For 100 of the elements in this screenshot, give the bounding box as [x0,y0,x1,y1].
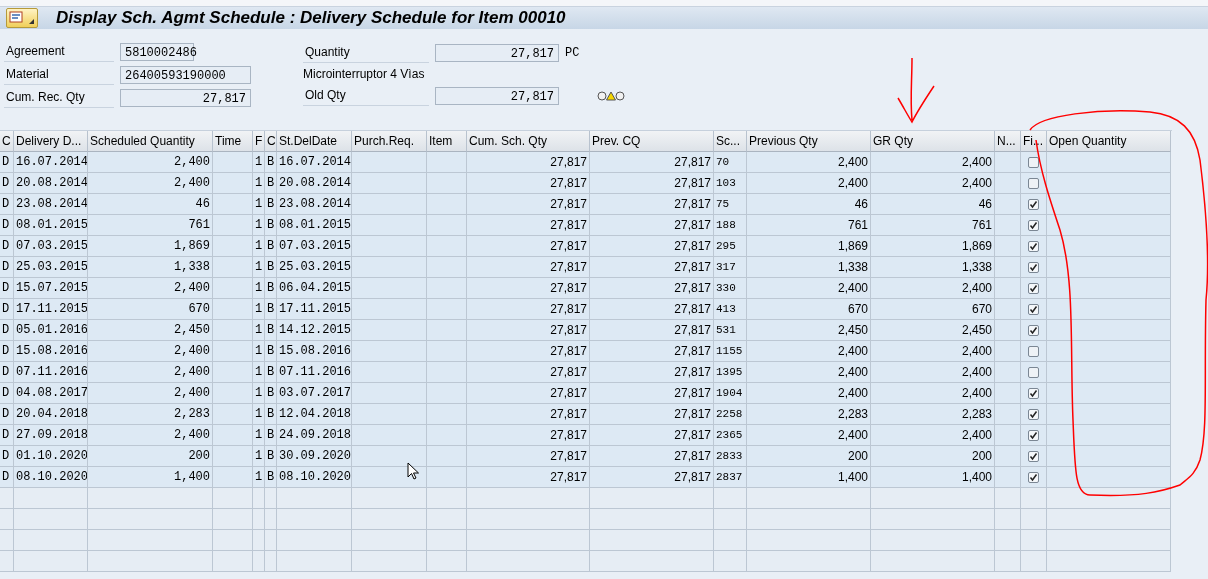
checkbox[interactable] [1028,156,1039,168]
table-cell: 317 [714,257,747,278]
checkbox[interactable] [1028,177,1039,189]
table-cell: 27,817 [590,257,714,278]
table-cell: 1 [253,467,265,488]
table-cell: 2,400 [88,362,213,383]
checkbox[interactable] [1028,261,1039,273]
checkbox[interactable] [1028,471,1039,483]
cum-rec-qty-field[interactable]: 27,817 [120,88,251,107]
table-cell: 1 [253,404,265,425]
menu-button[interactable] [6,8,38,28]
table-cell: 27,817 [590,152,714,173]
column-header[interactable]: Item [427,131,467,152]
checkbox[interactable] [1028,303,1039,315]
field-label: Old Qty [303,85,429,106]
table-cell: 1,338 [88,257,213,278]
column-header[interactable]: Time [213,131,253,152]
checkbox[interactable] [1028,282,1039,294]
column-header[interactable]: Previous Qty [747,131,871,152]
checkbox[interactable] [1028,366,1039,378]
column-header[interactable]: Delivery D... [14,131,88,152]
table-cell: 2,400 [747,278,871,299]
table-cell: B [265,446,277,467]
table-cell: B [265,383,277,404]
table-cell: 1,338 [747,257,871,278]
table-cell: 2,400 [747,341,871,362]
checkbox[interactable] [1028,429,1039,441]
table-cell: B [265,425,277,446]
column-header[interactable]: Open Quantity [1047,131,1171,152]
table-cell: 1 [253,383,265,404]
table-cell: 27,817 [590,404,714,425]
table-cell: 1 [253,320,265,341]
quantity-field[interactable]: 27,817 [435,43,559,62]
table-cell: 17.11.2015 [14,299,88,320]
checkbox[interactable] [1028,219,1039,231]
table-cell: 27,817 [590,383,714,404]
checkbox[interactable] [1028,324,1039,336]
table-cell: 16.07.2014 [277,152,352,173]
table-cell: D [0,383,14,404]
column-header[interactable]: N... [995,131,1021,152]
table-cell: 27,817 [590,320,714,341]
column-header[interactable]: Purch.Req. [352,131,427,152]
table-cell: D [0,173,14,194]
table-cell: 200 [88,446,213,467]
table-cell: B [265,236,277,257]
table-cell: 27,817 [467,236,590,257]
table-cell: 07.11.2016 [14,362,88,383]
table-cell: 04.08.2017 [14,383,88,404]
table-cell: 2365 [714,425,747,446]
table-cell: 2,400 [747,383,871,404]
table-cell: D [0,278,14,299]
column-header[interactable]: Cum. Sch. Qty [467,131,590,152]
table-cell: 1904 [714,383,747,404]
table-cell: 330 [714,278,747,299]
table-cell: 27,817 [467,404,590,425]
checkbox[interactable] [1028,240,1039,252]
table-cell: D [0,425,14,446]
table-cell: 08.01.2015 [277,215,352,236]
table-cell: 1155 [714,341,747,362]
table-cell: 761 [871,215,995,236]
table-cell: 670 [88,299,213,320]
table-cell: D [0,194,14,215]
checkbox[interactable] [1028,408,1039,420]
checkbox[interactable] [1028,450,1039,462]
table-cell: 2,400 [88,425,213,446]
column-header[interactable]: C [265,131,277,152]
column-header[interactable]: St.DelDate [277,131,352,152]
table-cell: 1,400 [871,467,995,488]
table-cell: 70 [714,152,747,173]
table-cell: D [0,236,14,257]
table-cell: D [0,467,14,488]
table-cell: D [0,341,14,362]
table-cell: 46 [88,194,213,215]
table-cell: D [0,257,14,278]
table-cell: 20.04.2018 [14,404,88,425]
column-header[interactable]: Sc... [714,131,747,152]
column-header[interactable]: C [0,131,14,152]
table-cell: B [265,215,277,236]
column-header[interactable]: GR Qty [871,131,995,152]
checkbox[interactable] [1028,387,1039,399]
table-cell: 27,817 [467,215,590,236]
annotation-arrow [897,57,935,123]
table-cell: 30.09.2020 [277,446,352,467]
old-qty-field[interactable]: 27,817 [435,86,559,105]
checkbox[interactable] [1028,345,1039,357]
column-header[interactable]: Scheduled Quantity [88,131,213,152]
checkbox[interactable] [1028,198,1039,210]
material-field[interactable]: 26400593190000 [120,65,251,84]
agreement-field[interactable]: 5810002486 [120,42,194,61]
column-header[interactable]: F [253,131,265,152]
caret-icon [29,19,34,24]
window-title: Display Sch. Agmt Schedule : Delivery Schedule for Item 00010 [56,8,566,28]
column-header[interactable]: Fi... [1021,131,1047,152]
table-cell: 2,450 [871,320,995,341]
column-header[interactable]: Prev. CQ [590,131,714,152]
table-cell: 01.10.2020 [14,446,88,467]
table-cell: B [265,404,277,425]
table-cell: D [0,299,14,320]
table-cell: 2,400 [747,173,871,194]
table-cell: B [265,467,277,488]
